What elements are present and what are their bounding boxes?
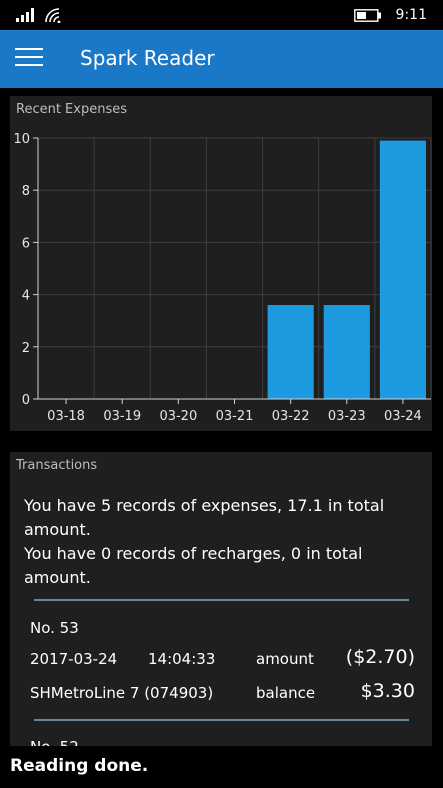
expenses-summary: You have 5 records of expenses, 17.1 in …: [24, 496, 385, 539]
transactions-header: Transactions: [16, 458, 98, 473]
x-tick-label: 03-21: [216, 409, 254, 424]
y-tick-label: 0: [22, 393, 30, 408]
status-toast: Reading done.: [0, 746, 443, 788]
divider: [34, 599, 409, 601]
record-amount: ($2.70): [345, 646, 415, 668]
battery-icon: [354, 9, 381, 22]
y-tick-label: 4: [22, 289, 30, 304]
divider: [34, 719, 409, 721]
y-tick-label: 2: [22, 341, 30, 356]
y-tick-label: 8: [22, 184, 30, 199]
record-row-amount[interactable]: 2017-03-24 14:04:33 amount ($2.70): [30, 646, 415, 672]
y-tick-label: 10: [13, 132, 30, 147]
app-title: Spark Reader: [80, 46, 215, 70]
transactions-card: Transactions You have 5 records of expen…: [10, 452, 432, 752]
record-date: 2017-03-24: [30, 650, 118, 668]
bar-03-24: [379, 140, 426, 400]
app-bar: Spark Reader: [0, 30, 443, 88]
record-balance: $3.30: [360, 680, 415, 702]
recent-expenses-card: Recent Expenses 0 2 4 6 8 10 03-18 03-19 03-20 03…: [10, 96, 432, 431]
x-tick-label: 03-24: [384, 409, 422, 424]
y-tick-label: 6: [22, 236, 30, 251]
record-time: 14:04:33: [148, 650, 216, 668]
bar-03-22: [267, 305, 314, 399]
bar-03-23: [323, 305, 370, 399]
amount-label: amount: [256, 650, 314, 668]
x-tick-label: 03-23: [328, 409, 366, 424]
x-tick-label: 03-18: [47, 409, 85, 424]
transactions-summary: You have 5 records of expenses, 17.1 in …: [24, 494, 419, 590]
balance-label: balance: [256, 684, 316, 702]
record-row-balance[interactable]: SHMetroLine 7 (074903) balance $3.30: [30, 680, 415, 706]
recharges-summary: You have 0 records of recharges, 0 in to…: [24, 544, 363, 587]
signal-icon: [16, 8, 34, 22]
record-station: SHMetroLine 7 (074903): [30, 684, 214, 702]
clock: 9:11: [395, 7, 427, 23]
x-tick-label: 03-19: [103, 409, 141, 424]
record-number: No. 53: [30, 619, 79, 637]
toast-message: Reading done.: [10, 756, 149, 776]
x-tick-label: 03-20: [159, 409, 197, 424]
expenses-bar-chart: 0 2 4 6 8 10 03-18 03-19 03-20 03-21 03-22 03-23 03-…: [13, 132, 432, 424]
status-bar: 9:11: [0, 0, 443, 30]
hamburger-icon[interactable]: [15, 48, 43, 68]
x-tick-label: 03-22: [272, 409, 310, 424]
wifi-icon: [45, 8, 61, 23]
